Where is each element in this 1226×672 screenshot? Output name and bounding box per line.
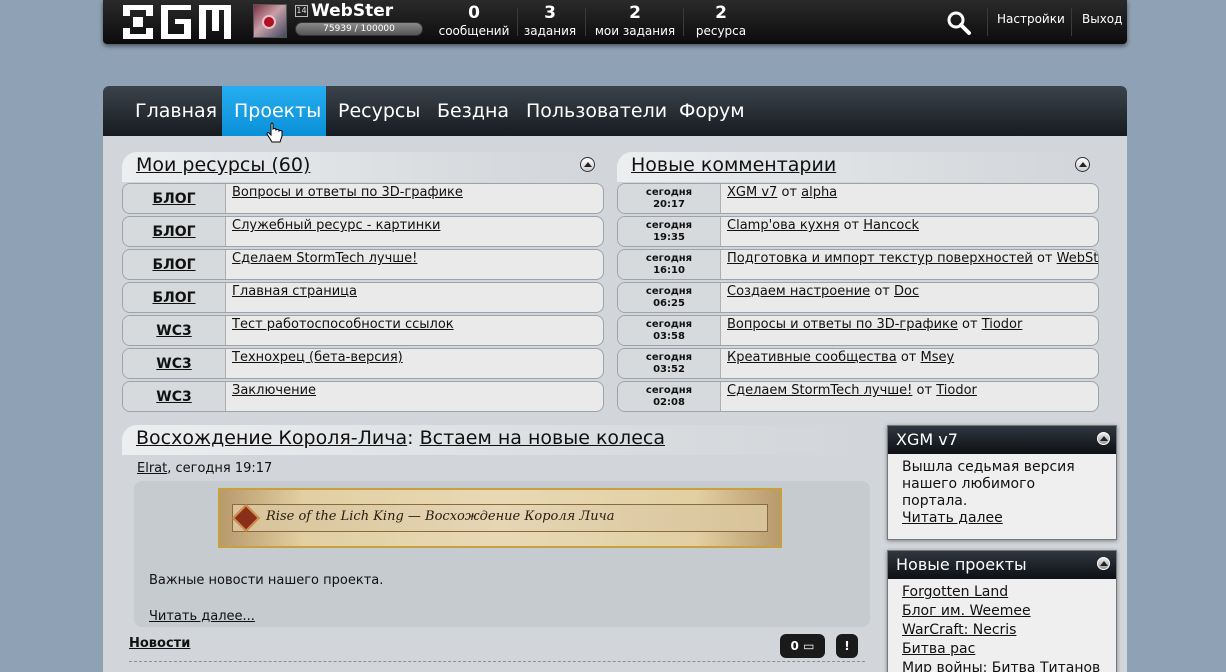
- new-comments-header: Новые комментарии: [617, 152, 1098, 182]
- news-category-link[interactable]: Новости: [129, 636, 190, 651]
- new-comments-title[interactable]: Новые комментарии: [631, 154, 836, 176]
- comment-row[interactable]: сегодня 03:52 Креативные сообщества от Mse…: [617, 348, 1099, 379]
- comment-row[interactable]: сегодня 16:10 Подготовка и импорт текстур …: [617, 249, 1099, 280]
- comment-row[interactable]: сегодня 06:25 Создаем настроение от Doc: [617, 282, 1099, 313]
- project-link[interactable]: Битва рас: [902, 641, 975, 657]
- read-more-link[interactable]: Читать далее...: [149, 609, 255, 624]
- search-icon[interactable]: [945, 9, 973, 37]
- comment-row[interactable]: сегодня 20:17 XGM v7 от alpha: [617, 183, 1099, 214]
- main-panel: Главная Проекты Ресурсы Бездна Пользоват…: [103, 86, 1127, 672]
- article-title-link[interactable]: Встаем на новые колеса: [420, 427, 665, 449]
- stat-resources[interactable]: 2 ресурса: [689, 2, 753, 42]
- username[interactable]: WebSter: [311, 1, 393, 21]
- resource-row[interactable]: БЛОГ Вопросы и ответы по 3D-графике: [122, 183, 604, 214]
- comments-count-button[interactable]: 0 ▭: [780, 634, 825, 658]
- resource-row[interactable]: WC3 Тест работоспособности ссылок: [122, 315, 604, 346]
- nav-forum[interactable]: Форум: [667, 86, 757, 136]
- collapse-icon[interactable]: [1097, 432, 1110, 445]
- banner-text: Rise of the Lich King — Восхождение Коро…: [266, 509, 615, 524]
- hand-cursor-icon: [266, 122, 283, 143]
- divider: [129, 661, 865, 662]
- stat-messages[interactable]: 0 сообщений: [437, 2, 511, 42]
- nav-abyss[interactable]: Бездна: [425, 86, 521, 136]
- project-link[interactable]: Forgotten Land: [902, 584, 1008, 600]
- news-card: Rise of the Lich King — Восхождение Коро…: [134, 481, 870, 627]
- speech-bubble-icon: ▭: [803, 639, 815, 653]
- xgm-logo[interactable]: [123, 5, 231, 39]
- collapse-icon[interactable]: [1097, 557, 1110, 570]
- comment-row[interactable]: сегодня 03:58 Вопросы и ответы по 3D-графи…: [617, 315, 1099, 346]
- xgm-box: XGM v7 Вышла седьмая версия нашего любим…: [887, 425, 1117, 540]
- resource-row[interactable]: БЛОГ Главная страница: [122, 282, 604, 313]
- new-projects-box: Новые проекты Forgotten Land Блог им. We…: [887, 550, 1117, 672]
- comment-row[interactable]: сегодня 02:08 Сделаем StormTech лучше! от …: [617, 381, 1099, 412]
- xgm-box-text: Вышла седьмая версия нашего любимого пор…: [902, 459, 1075, 509]
- article-meta: Elrat, сегодня 19:17: [137, 461, 273, 476]
- stat-tasks[interactable]: 3 задания: [521, 2, 579, 42]
- xp-bar: 75939 / 100000: [295, 22, 423, 36]
- user-avatar[interactable]: [253, 4, 287, 38]
- article-text: Важные новости нашего проекта.: [149, 573, 384, 588]
- logout-link[interactable]: Выход: [1082, 12, 1122, 26]
- article-header: Восхождение Короля-Лича: Встаем на новые…: [122, 425, 872, 455]
- resource-row[interactable]: WC3 Заключение: [122, 381, 604, 412]
- stat-my-tasks[interactable]: 2 мои задания: [593, 2, 677, 42]
- project-link[interactable]: WarCraft: Necris: [902, 622, 1016, 638]
- nav-users[interactable]: Пользователи: [514, 86, 679, 136]
- resource-row[interactable]: WC3 Технохрец (бета-версия): [122, 348, 604, 379]
- main-nav: Главная Проекты Ресурсы Бездна Пользоват…: [103, 86, 1127, 143]
- project-link[interactable]: Блог им. Weemee: [902, 603, 1031, 619]
- nav-resources[interactable]: Ресурсы: [326, 86, 432, 136]
- article-author[interactable]: Elrat: [137, 461, 167, 476]
- collapse-icon[interactable]: [1075, 157, 1090, 172]
- article-project-link[interactable]: Восхождение Короля-Лича: [136, 427, 407, 449]
- report-button[interactable]: !: [836, 634, 858, 658]
- xgm-box-title: XGM v7: [896, 430, 958, 449]
- top-bar: 14 WebSter 75939 / 100000 0 сообщений 3 за…: [103, 0, 1127, 44]
- comment-row[interactable]: сегодня 19:35 Clamp'ова кухня от Hancock: [617, 216, 1099, 247]
- settings-link[interactable]: Настройки: [997, 12, 1065, 26]
- resource-row[interactable]: БЛОГ Сделаем StormTech лучше!: [122, 249, 604, 280]
- project-link[interactable]: Мир войны: Битва Титанов: [902, 660, 1100, 672]
- nav-home[interactable]: Главная: [123, 86, 229, 136]
- my-resources-title[interactable]: Мои ресурсы (60): [136, 154, 310, 176]
- xgm-read-more[interactable]: Читать далее: [902, 510, 1003, 526]
- rank-badge: 14: [295, 5, 308, 17]
- avatar-eye-icon: [262, 15, 276, 29]
- collapse-icon[interactable]: [580, 157, 595, 172]
- article-banner[interactable]: Rise of the Lich King — Восхождение Коро…: [218, 488, 782, 548]
- projects-list: Forgotten Land Блог им. Weemee WarCraft:…: [888, 579, 1116, 672]
- resource-row[interactable]: БЛОГ Служебный ресурс - картинки: [122, 216, 604, 247]
- my-resources-header: Мои ресурсы (60): [122, 152, 603, 182]
- new-projects-title: Новые проекты: [896, 555, 1027, 574]
